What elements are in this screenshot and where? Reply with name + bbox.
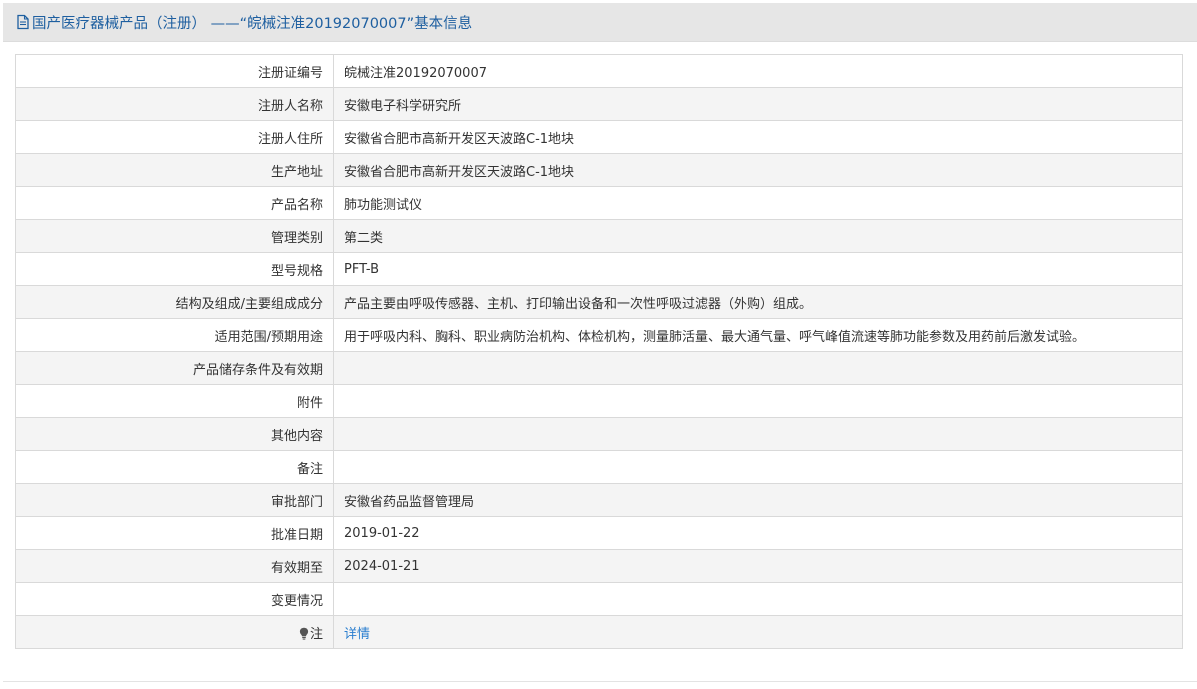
document-icon <box>16 14 30 30</box>
row-value <box>333 351 1183 385</box>
row-label: 有效期至 <box>15 549 334 583</box>
page-title: 国产医疗器械产品（注册） ——“皖械注准20192070007”基本信息 <box>32 15 473 32</box>
table-row: 注册人名称 安徽电子科学研究所 <box>15 87 1183 121</box>
table-row: 其他内容 <box>15 417 1183 451</box>
note-label: 注 <box>309 626 323 642</box>
table-row: 批准日期 2019-01-22 <box>15 516 1183 550</box>
table-row: 适用范围/预期用途 用于呼吸内科、胸科、职业病防治机构、体检机构，测量肺活量、最… <box>15 318 1183 352</box>
row-label: 注册人名称 <box>15 87 334 121</box>
info-table: 注册证编号 皖械注准20192070007 注册人名称 安徽电子科学研究所 注册… <box>15 54 1183 649</box>
divider <box>3 681 1197 682</box>
row-label: 适用范围/预期用途 <box>15 318 334 352</box>
table-row: 附件 <box>15 384 1183 418</box>
row-label: 注册人住所 <box>15 120 334 154</box>
row-value: 肺功能测试仪 <box>333 186 1183 220</box>
lightbulb-icon <box>299 627 309 640</box>
row-value: 安徽省合肥市高新开发区天波路C-1地块 <box>333 120 1183 154</box>
row-value <box>333 417 1183 451</box>
note-row: 注 详情 <box>15 615 1183 649</box>
table-row: 生产地址 安徽省合肥市高新开发区天波路C-1地块 <box>15 153 1183 187</box>
table-row: 审批部门 安徽省药品监督管理局 <box>15 483 1183 517</box>
row-value: PFT-B <box>333 252 1183 286</box>
row-value: 安徽省合肥市高新开发区天波路C-1地块 <box>333 153 1183 187</box>
product-info-panel: 国产医疗器械产品（注册） ——“皖械注准20192070007”基本信息 注册证… <box>0 0 1197 689</box>
table-row: 注册证编号 皖械注准20192070007 <box>15 54 1183 88</box>
row-value: 安徽省药品监督管理局 <box>333 483 1183 517</box>
table-row: 有效期至 2024-01-21 <box>15 549 1183 583</box>
row-label: 结构及组成/主要组成成分 <box>15 285 334 319</box>
note-label-cell: 注 <box>15 615 334 649</box>
row-value: 用于呼吸内科、胸科、职业病防治机构、体检机构，测量肺活量、最大通气量、呼气峰值流… <box>333 318 1183 352</box>
row-label: 产品名称 <box>15 186 334 220</box>
row-label: 注册证编号 <box>15 54 334 88</box>
table-row: 型号规格 PFT-B <box>15 252 1183 286</box>
row-label: 其他内容 <box>15 417 334 451</box>
row-value: 产品主要由呼吸传感器、主机、打印输出设备和一次性呼吸过滤器（外购）组成。 <box>333 285 1183 319</box>
table-row: 管理类别 第二类 <box>15 219 1183 253</box>
row-value <box>333 384 1183 418</box>
table-row: 结构及组成/主要组成成分 产品主要由呼吸传感器、主机、打印输出设备和一次性呼吸过… <box>15 285 1183 319</box>
row-label: 变更情况 <box>15 582 334 616</box>
table-row: 备注 <box>15 450 1183 484</box>
panel-header: 国产医疗器械产品（注册） ——“皖械注准20192070007”基本信息 <box>3 3 1197 42</box>
note-value-cell: 详情 <box>333 615 1183 649</box>
row-value: 安徽电子科学研究所 <box>333 87 1183 121</box>
row-value: 2019-01-22 <box>333 516 1183 550</box>
details-link[interactable]: 详情 <box>344 627 370 642</box>
row-label: 批准日期 <box>15 516 334 550</box>
row-label: 管理类别 <box>15 219 334 253</box>
row-value: 皖械注准20192070007 <box>333 54 1183 88</box>
row-value <box>333 582 1183 616</box>
table-row: 产品名称 肺功能测试仪 <box>15 186 1183 220</box>
row-label: 型号规格 <box>15 252 334 286</box>
row-label: 审批部门 <box>15 483 334 517</box>
row-label: 产品储存条件及有效期 <box>15 351 334 385</box>
table-row: 变更情况 <box>15 582 1183 616</box>
row-value: 2024-01-21 <box>333 549 1183 583</box>
row-label: 备注 <box>15 450 334 484</box>
row-value <box>333 450 1183 484</box>
row-value: 第二类 <box>333 219 1183 253</box>
table-row: 产品储存条件及有效期 <box>15 351 1183 385</box>
row-label: 生产地址 <box>15 153 334 187</box>
row-label: 附件 <box>15 384 334 418</box>
table-row: 注册人住所 安徽省合肥市高新开发区天波路C-1地块 <box>15 120 1183 154</box>
